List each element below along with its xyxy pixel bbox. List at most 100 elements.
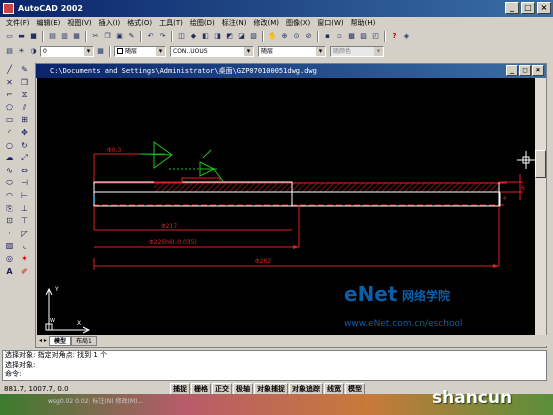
menu-window[interactable]: 窗口(W) [315,18,345,28]
zoom-previous-icon[interactable]: ⊘ [303,31,314,42]
open-file-icon[interactable]: ▬ [16,31,27,42]
tool-palette-icon[interactable]: ▩ [346,31,357,42]
pan-icon[interactable]: ✋ [267,31,278,42]
ortho-toggle[interactable]: 正交 [212,382,232,395]
drawing-canvas[interactable]: Φ0.3 Φ217 Φ225h6(-0.035) Φ262 6 4 Y X W [37,78,535,336]
linetype-select[interactable]: CON..UOUS [170,45,254,57]
menu-modify[interactable]: 修改(M) [251,18,281,28]
vertical-scrollbar[interactable] [535,78,546,336]
insert-block-icon[interactable]: ⎘ [3,203,16,216]
menu-image[interactable]: 图像(X) [284,18,312,28]
menu-help[interactable]: 帮助(H) [349,18,378,28]
named-views-icon[interactable]: ◪ [236,31,247,42]
grid-toggle[interactable]: 栅格 [191,382,211,395]
redraw-icon[interactable]: ◩ [224,31,235,42]
properties-icon[interactable]: ▪ [322,31,333,42]
polar-toggle[interactable]: 极轴 [233,382,253,395]
model-toggle[interactable]: 模型 [345,382,365,395]
stretch-icon[interactable]: ⇔ [18,165,31,178]
mtext-icon[interactable]: A [3,266,16,279]
command-line[interactable]: 选择对象: 指定对角点: 找到 1 个 选择对象: 命令: [2,350,547,381]
layer-manager-icon[interactable]: ▤ [4,46,15,57]
snap-toggle[interactable]: 捕捉 [170,382,190,395]
offset-icon[interactable]: ⫽ [18,102,31,115]
print-preview-icon[interactable]: ▥ [59,31,70,42]
osnap-toggle[interactable]: 对象捕捉 [254,382,288,395]
menu-dimension[interactable]: 标注(N) [220,18,249,28]
layer-lock-icon[interactable]: ◑ [28,46,39,57]
revcloud-icon[interactable]: ☁ [3,152,16,165]
publish-icon[interactable]: ▦ [71,31,82,42]
make-current-layer-icon[interactable]: ▦ [95,46,106,57]
erase-icon[interactable]: ✎ [18,64,31,77]
layer-select[interactable]: 0 [40,45,94,57]
extend-icon[interactable]: ⊢ [18,190,31,203]
explode-icon[interactable]: ✶ [18,253,31,266]
break-point-icon[interactable]: ⊥ [18,203,31,216]
menu-draw[interactable]: 绘图(D) [188,18,217,28]
menu-insert[interactable]: 插入(I) [97,18,123,28]
undo-icon[interactable]: ↶ [145,31,156,42]
dbconnect-icon[interactable]: ▨ [358,31,369,42]
polyline-icon[interactable]: ⌐ [3,89,16,102]
lineweight-toggle[interactable]: 线宽 [324,382,344,395]
drawing-minimize-button[interactable]: _ [506,65,518,76]
ellipse-icon[interactable]: ⬭ [3,177,16,190]
tab-nav-arrows[interactable]: ◂ ▸ [37,337,49,344]
region-icon[interactable]: ◎ [3,253,16,266]
chamfer-icon[interactable]: ◸ [18,228,31,241]
vertical-scroll-thumb[interactable] [535,150,546,178]
menu-tools[interactable]: 工具(T) [157,18,185,28]
color-select[interactable]: 随层 [114,45,166,57]
markup-icon[interactable]: ◰ [370,31,381,42]
save-icon[interactable]: ■ [28,31,39,42]
circle-icon[interactable]: ○ [3,140,16,153]
menu-format[interactable]: 格式(O) [125,18,154,28]
menu-view[interactable]: 视图(V) [65,18,93,28]
lineweight-select[interactable]: 随层 [258,45,326,57]
pencil-icon[interactable]: ✐ [18,266,31,279]
drawing-close-button[interactable]: × [532,65,544,76]
osnap-icon[interactable]: ◆ [188,31,199,42]
zoom-realtime-icon[interactable]: ⊕ [279,31,290,42]
arc-icon[interactable]: ◜ [3,127,16,140]
scale-icon[interactable]: ⤢ [18,152,31,165]
layer-state-icon[interactable]: ☀ [16,46,27,57]
make-block-icon[interactable]: ⊡ [3,215,16,228]
maximize-button[interactable]: □ [521,2,535,14]
zoom-window-icon[interactable]: ⊙ [291,31,302,42]
otrack-toggle[interactable]: 对象追踪 [289,382,323,395]
construction-line-icon[interactable]: ✕ [3,77,16,90]
paste-icon[interactable]: ▣ [114,31,125,42]
trim-icon[interactable]: ⊣ [18,177,31,190]
extra-icon[interactable]: ◈ [401,31,412,42]
cut-icon[interactable]: ✂ [90,31,101,42]
line-icon[interactable]: ╱ [3,64,16,77]
fillet-icon[interactable]: ◟ [18,240,31,253]
print-icon[interactable]: ▤ [47,31,58,42]
move-icon[interactable]: ✥ [18,127,31,140]
hyperlink-icon[interactable]: ◫ [176,31,187,42]
spline-icon[interactable]: ∿ [3,165,16,178]
ellipse-arc-icon[interactable]: ◠ [3,190,16,203]
match-properties-icon[interactable]: ✎ [126,31,137,42]
copy-object-icon[interactable]: ❐ [18,77,31,90]
help-icon[interactable]: ? [389,31,400,42]
design-center-icon[interactable]: ▫ [334,31,345,42]
break-icon[interactable]: ⊤ [18,215,31,228]
ucs-icon[interactable]: ◧ [200,31,211,42]
polygon-icon[interactable]: ⬠ [3,102,16,115]
new-file-icon[interactable]: ▭ [4,31,15,42]
minimize-button[interactable]: _ [505,2,519,14]
point-icon[interactable]: · [3,228,16,241]
rectangle-icon[interactable]: ▭ [3,114,16,127]
menu-edit[interactable]: 编辑(E) [35,18,63,28]
tab-layout1[interactable]: 布局1 [70,335,97,346]
inquiry-icon[interactable]: ◨ [212,31,223,42]
mirror-icon[interactable]: ⧖ [18,89,31,102]
plotstyle-select[interactable]: 随颜色 [330,45,384,57]
command-prompt[interactable]: 命令: [5,370,546,380]
redo-icon[interactable]: ↷ [157,31,168,42]
array-icon[interactable]: ⊞ [18,114,31,127]
tab-model[interactable]: 模型 [48,335,71,346]
